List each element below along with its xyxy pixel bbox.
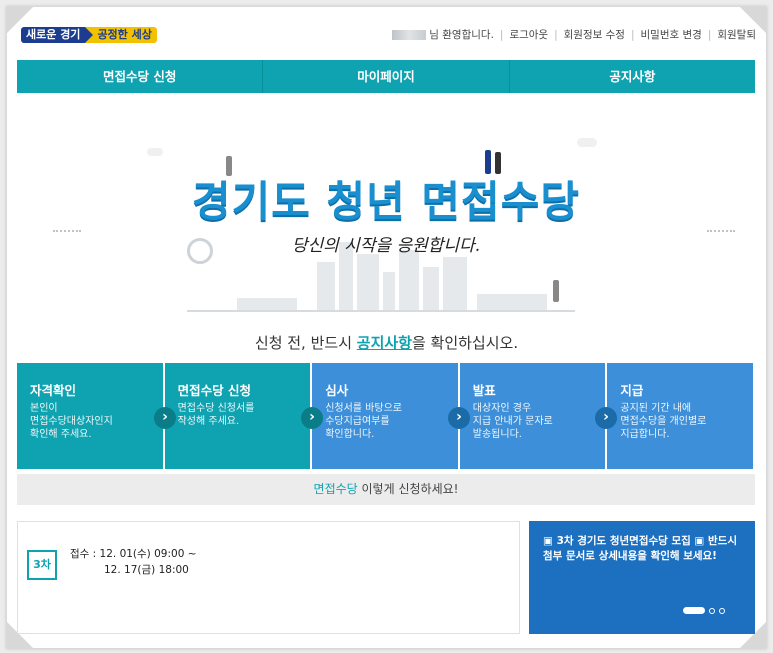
step-desc: 면접수당 신청서를 작성해 주세요. bbox=[177, 403, 255, 427]
step-desc: 공지된 기간 내에 면접수당을 개인별로 지급합니다. bbox=[620, 403, 707, 440]
step-title: 면접수당 신청 bbox=[177, 383, 251, 398]
user-name-redacted bbox=[392, 29, 427, 40]
change-password-link[interactable]: 비밀번호 변경 bbox=[641, 27, 702, 42]
notice-message: 신청 전, 반드시 공지사항을 확인하십시오. bbox=[254, 334, 519, 352]
banner-text: ▣ 3차 경기도 청년면접수당 모집 ▣ 반드시 첨부 문서로 상세내용을 확인… bbox=[543, 535, 737, 562]
building-decoration bbox=[383, 272, 395, 312]
chevron-right-icon: › bbox=[301, 407, 323, 429]
step-desc: 본인이 면접수당대상자인지 확인해 주세요. bbox=[30, 403, 113, 440]
step-announce[interactable]: 발표 대상자인 경우 지급 안내가 문자로 발송됩니다. bbox=[459, 363, 608, 469]
nav-item-notice[interactable]: 공지사항 bbox=[510, 60, 755, 93]
process-steps: 자격확인 본인이 면접수당대상자인지 확인해 주세요. 면접수당 신청 면접수당 신… bbox=[17, 363, 755, 469]
slide-pager bbox=[683, 607, 725, 614]
site-logo[interactable]: 새로운 경기 공정한 세상 bbox=[21, 27, 157, 43]
step-payment[interactable]: 지급 공지된 기간 내에 면접수당을 개인별로 지급합니다. bbox=[607, 363, 755, 469]
hero-banner: 경기도 청년 면접수당 당신의 시작을 응원합니다. bbox=[17, 100, 755, 312]
chevron-right-icon: › bbox=[595, 407, 617, 429]
chevron-right-icon: › bbox=[154, 407, 176, 429]
building-decoration bbox=[317, 262, 335, 312]
step-title: 자격확인 bbox=[30, 383, 77, 398]
schedule-line-2: 12. 17(금) 18:00 bbox=[104, 564, 189, 576]
cloud-decoration bbox=[577, 138, 597, 147]
chevron-right-icon: › bbox=[448, 407, 470, 429]
building-decoration bbox=[423, 267, 439, 312]
main-nav: 면접수당 신청 마이페이지 공지사항 bbox=[17, 60, 755, 93]
hero-subtitle: 당신의 시작을 응원합니다. bbox=[291, 236, 481, 256]
page-frame: 새로운 경기 공정한 세상 님 환영합니다. | 로그아웃 | 회원정보 수정 … bbox=[6, 6, 767, 649]
pager-active[interactable] bbox=[683, 607, 705, 614]
logout-link[interactable]: 로그아웃 bbox=[509, 27, 548, 42]
edit-profile-link[interactable]: 회원정보 수정 bbox=[564, 27, 625, 42]
logo-text-2: 공정한 세상 bbox=[85, 27, 157, 43]
person-figure bbox=[553, 280, 559, 302]
step-title: 심사 bbox=[325, 383, 349, 398]
notice-link[interactable]: 공지사항 bbox=[357, 334, 412, 352]
step-title: 발표 bbox=[472, 383, 496, 398]
withdraw-link[interactable]: 회원탈퇴 bbox=[717, 27, 756, 42]
logo-text-1: 새로운 경기 bbox=[21, 27, 94, 43]
nav-item-mypage[interactable]: 마이페이지 bbox=[263, 60, 510, 93]
welcome-text: 님 환영합니다. bbox=[429, 29, 494, 41]
step-desc: 대상자인 경우 지급 안내가 문자로 발송됩니다. bbox=[472, 403, 553, 440]
cloud-decoration bbox=[147, 148, 163, 156]
schedule-box: 3차 접수 : 12. 01(수) 09:00 ~ 12. 17(금) 18:0… bbox=[17, 521, 520, 634]
schedule-line-1: 접수 : 12. 01(수) 09:00 ~ bbox=[70, 548, 197, 560]
pager-dot[interactable] bbox=[719, 607, 725, 614]
step-eligibility[interactable]: 자격확인 본인이 면접수당대상자인지 확인해 주세요. bbox=[17, 363, 165, 469]
utility-menu: 님 환영합니다. | 로그아웃 | 회원정보 수정 | 비밀번호 변경 | 회원… bbox=[392, 27, 756, 42]
building-decoration bbox=[443, 257, 467, 312]
building-decoration bbox=[357, 254, 379, 312]
how-to-apply-link[interactable]: 면접수당 이렇게 신청하세요! bbox=[17, 474, 755, 505]
building-decoration bbox=[399, 250, 419, 312]
nav-item-apply[interactable]: 면접수당 신청 bbox=[17, 60, 264, 93]
step-apply[interactable]: 면접수당 신청 면접수당 신청서를 작성해 주세요. bbox=[164, 363, 313, 469]
step-desc: 신청서를 바탕으로 수당지급여부를 확인합니다. bbox=[325, 403, 402, 440]
step-title: 지급 bbox=[620, 383, 644, 398]
pager-dot[interactable] bbox=[709, 607, 715, 614]
ground-line bbox=[187, 310, 575, 312]
notice-banner[interactable]: ▣ 3차 경기도 청년면접수당 모집 ▣ 반드시 첨부 문서로 상세내용을 확인… bbox=[529, 521, 755, 634]
round-badge: 3차 bbox=[27, 550, 57, 580]
step-review[interactable]: 심사 신청서를 바탕으로 수당지급여부를 확인합니다. bbox=[312, 363, 460, 469]
hero-title: 경기도 청년 면접수당 bbox=[191, 177, 580, 226]
